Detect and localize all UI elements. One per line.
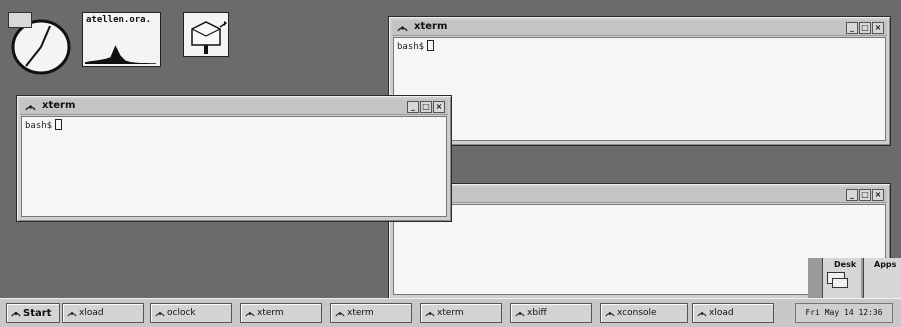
close-button[interactable]: ×: [872, 189, 884, 201]
window-corner: [8, 12, 32, 28]
pager-desk-label: Desk: [834, 260, 857, 269]
shell-prompt: bash$: [25, 119, 63, 131]
maximize-button[interactable]: □: [420, 101, 432, 113]
task-xconsole[interactable]: xconsole: [600, 303, 688, 323]
pager-apps-label: Apps: [874, 260, 897, 269]
terminal-area[interactable]: bash$: [21, 116, 447, 217]
load-graph: [85, 45, 156, 64]
oclock-icon: [155, 312, 165, 317]
xload-icon: [67, 312, 77, 317]
pager-desk[interactable]: Desk: [822, 258, 861, 298]
task-oclock[interactable]: oclock: [150, 303, 232, 323]
text-cursor: [55, 119, 63, 130]
title-bar[interactable]: xterm _ □ ×: [20, 99, 448, 115]
xbiff-applet[interactable]: [183, 12, 229, 57]
desktop-pager[interactable]: Desk Apps: [808, 258, 901, 298]
taskbar: Start xload oclock xterm xterm xterm xbi…: [0, 298, 901, 327]
desktop: atellen.ora. xterm _ □ × bash$ _ □ × xte…: [0, 0, 901, 300]
task-label: xbiff: [527, 308, 547, 318]
xbiff-icon: [515, 312, 525, 317]
start-button[interactable]: Start: [6, 303, 60, 323]
minimize-button[interactable]: _: [846, 22, 858, 34]
maximize-button[interactable]: □: [859, 189, 871, 201]
task-label: xterm: [347, 308, 374, 318]
start-icon: [11, 311, 21, 317]
oclock-applet[interactable]: [8, 12, 72, 76]
load-area: [85, 45, 156, 64]
xload-hostname: atellen.ora.: [86, 15, 152, 25]
window-title: xterm: [42, 100, 76, 111]
xconsole-icon: [605, 312, 615, 317]
task-label: xterm: [257, 308, 284, 318]
xterm-window-left[interactable]: xterm _ □ × bash$: [16, 95, 452, 222]
task-xterm[interactable]: xterm: [420, 303, 502, 323]
close-button[interactable]: ×: [433, 101, 445, 113]
task-label: xconsole: [617, 308, 657, 318]
maximize-button[interactable]: □: [859, 22, 871, 34]
task-xterm[interactable]: xterm: [330, 303, 412, 323]
xload-icon: [697, 312, 707, 317]
xterm-icon: [397, 26, 408, 32]
xterm-window-right[interactable]: xterm _ □ × bash$: [388, 16, 891, 146]
pager-apps[interactable]: Apps: [863, 258, 901, 298]
close-button[interactable]: ×: [872, 22, 884, 34]
mailbox-icon: [191, 21, 227, 54]
minimize-button[interactable]: _: [407, 101, 419, 113]
minimize-button[interactable]: _: [846, 189, 858, 201]
title-bar[interactable]: xterm _ □ ×: [392, 20, 887, 36]
task-xterm[interactable]: xterm: [240, 303, 322, 323]
task-xload[interactable]: xload: [62, 303, 144, 323]
xload-applet[interactable]: atellen.ora.: [82, 12, 161, 67]
window-title: xterm: [414, 21, 448, 32]
task-xbiff[interactable]: xbiff: [510, 303, 592, 323]
text-cursor: [427, 40, 435, 51]
xterm-icon: [335, 312, 345, 317]
title-bar[interactable]: _ □ ×: [392, 187, 887, 203]
taskbar-clock: Fri May 14 12:36: [795, 303, 893, 323]
xterm-icon: [25, 105, 36, 111]
pager-window-thumb: [832, 278, 848, 288]
terminal-area[interactable]: bash$: [393, 37, 886, 141]
xterm-icon: [245, 312, 255, 317]
task-label: xload: [79, 308, 104, 318]
task-label: oclock: [167, 308, 196, 318]
xterm-icon: [425, 312, 435, 317]
start-label: Start: [23, 307, 52, 319]
task-label: xload: [709, 308, 734, 318]
shell-prompt: bash$: [397, 40, 435, 52]
task-xload[interactable]: xload: [692, 303, 774, 323]
task-label: xterm: [437, 308, 464, 318]
